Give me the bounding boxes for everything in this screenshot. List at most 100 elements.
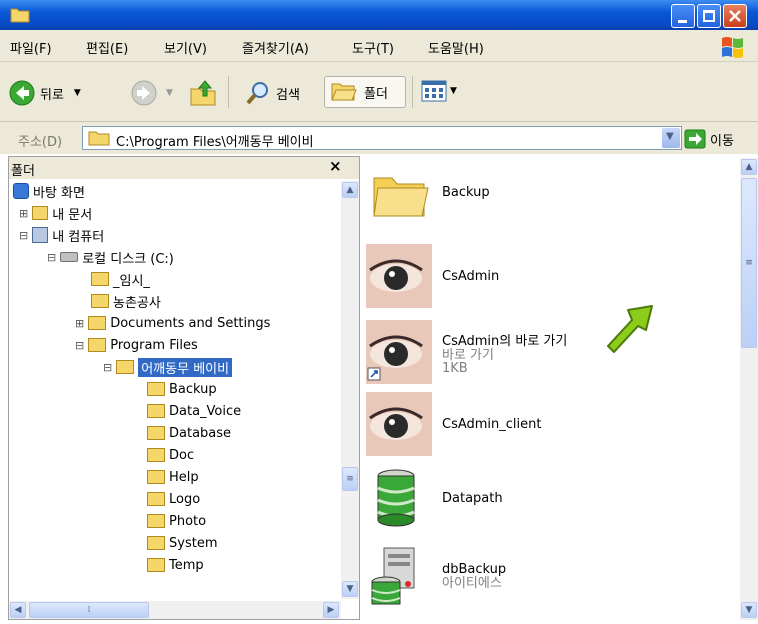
close-button[interactable]	[723, 4, 747, 28]
file-list-pane: Backup CsAdmin CsAdmin의 바로 가기 바로 가기 1KB …	[360, 154, 758, 624]
tree-item-my-computer[interactable]: ⊟ 내 컴퓨터	[19, 224, 104, 246]
tree-item-selected-folder[interactable]: ⊟ 어깨동무 베이비	[103, 356, 233, 378]
file-item[interactable]: CsAdmin	[366, 244, 499, 308]
folder-pane-close-button[interactable]: ×	[329, 157, 342, 175]
tree-item-doc[interactable]: Doc	[147, 444, 194, 466]
eye-icon	[366, 392, 432, 456]
go-label: 이동	[710, 133, 734, 149]
folder-icon	[147, 536, 165, 550]
menu-file[interactable]: 파일(F)	[10, 38, 52, 57]
back-label: 뒤로	[40, 87, 64, 103]
up-folder-button[interactable]	[188, 79, 218, 107]
tree-item-local-disk[interactable]: ⊟ 로컬 디스크 (C:)	[47, 246, 174, 268]
tree-vertical-scrollbar[interactable]: ▲ ≡ ▼	[341, 181, 359, 599]
file-text: Backup	[442, 185, 490, 200]
server-icon	[371, 547, 415, 605]
scroll-right-button[interactable]: ▶	[323, 602, 339, 618]
scroll-down-button[interactable]: ▼	[342, 581, 358, 597]
menu-help[interactable]: 도움말(H)	[428, 38, 484, 57]
views-button[interactable]: ▼	[420, 79, 457, 103]
back-arrow-icon	[9, 80, 35, 106]
go-arrow-icon	[684, 129, 706, 149]
tree-item-temp[interactable]: Temp	[147, 554, 204, 576]
folders-label: 폴더	[364, 86, 388, 102]
menu-view[interactable]: 보기(V)	[164, 38, 207, 57]
file-list-vertical-scrollbar[interactable]: ▲ ≡ ▼	[740, 158, 758, 620]
maximize-button[interactable]	[697, 4, 721, 28]
scroll-up-button[interactable]: ▲	[741, 159, 757, 175]
scroll-thumb[interactable]: ⁞	[29, 602, 149, 618]
file-name: dbBackup	[442, 562, 507, 577]
collapse-minus-icon[interactable]: ⊟	[103, 361, 112, 374]
tree-label: Doc	[169, 447, 195, 463]
collapse-minus-icon[interactable]: ⊟	[19, 229, 28, 242]
expand-plus-icon[interactable]: ⊞	[19, 207, 28, 220]
minimize-button[interactable]	[671, 4, 695, 28]
tree-item-help[interactable]: Help	[147, 466, 199, 488]
forward-button[interactable]: ▼	[130, 79, 173, 107]
file-item[interactable]: dbBackup 아이티에스	[366, 544, 506, 608]
folder-icon	[147, 426, 165, 440]
folder-icon	[88, 131, 110, 146]
folder-icon	[147, 448, 165, 462]
collapse-minus-icon[interactable]: ⊟	[75, 339, 84, 352]
scroll-thumb[interactable]: ≡	[741, 178, 757, 348]
expand-plus-icon[interactable]: ⊞	[75, 317, 84, 330]
tree-item-program-files[interactable]: ⊟ Program Files	[75, 334, 198, 356]
search-button[interactable]: 검색	[244, 79, 300, 107]
tree-item-photo[interactable]: Photo	[147, 510, 206, 532]
file-name: CsAdmin의 바로 가기	[442, 333, 568, 349]
address-dropdown-button[interactable]: ▼	[662, 128, 680, 148]
tree-horizontal-scrollbar[interactable]: ◀ ⁞ ▶	[9, 601, 341, 619]
tree-label: Help	[169, 469, 199, 485]
tree-item-nongchon[interactable]: 농촌공사	[91, 290, 161, 312]
scroll-thumb[interactable]: ≡	[342, 467, 358, 491]
scroll-down-button[interactable]: ▼	[741, 602, 757, 618]
tree-label: Photo	[169, 513, 207, 529]
tree-item-documents-and-settings[interactable]: ⊞ Documents and Settings	[75, 312, 270, 334]
folders-button-content: 폴더	[330, 79, 388, 105]
tree-label: 로컬 디스크 (C:)	[82, 251, 174, 267]
forward-arrow-icon	[131, 80, 157, 106]
file-item[interactable]: Datapath	[366, 466, 503, 530]
tree-item-logo[interactable]: Logo	[147, 488, 200, 510]
folder-open-icon	[88, 338, 107, 352]
database-icon	[377, 469, 415, 527]
file-item[interactable]: CsAdmin_client	[366, 392, 542, 456]
folder-pane-title: 폴더	[11, 164, 35, 179]
folder-icon	[91, 294, 109, 308]
folder-icon	[147, 382, 165, 396]
file-text: CsAdmin_client	[442, 417, 542, 432]
my-documents-icon	[32, 206, 49, 220]
computer-icon	[32, 227, 49, 243]
up-folder-icon	[190, 80, 216, 106]
address-bar: 주소(D) C:\Program Files\어깨동무 베이비 ▼ 이동	[0, 122, 758, 154]
chevron-down-icon: ▼	[73, 88, 81, 98]
menu-favorites[interactable]: 즐겨찾기(A)	[242, 38, 309, 57]
scroll-up-button[interactable]: ▲	[342, 182, 358, 198]
back-button[interactable]: 뒤로 ▼	[8, 79, 81, 107]
tree-item-data-voice[interactable]: Data_Voice	[147, 400, 241, 422]
folder-tree-pane: 폴더 × 바탕 화면 ⊞ 내 문서 ⊟ 내 컴퓨터 ⊟ 로컬 디스크 (C:) …	[8, 156, 360, 620]
menu-tools[interactable]: 도구(T)	[352, 38, 394, 57]
scroll-left-button[interactable]: ◀	[10, 602, 26, 618]
tree-label: 내 문서	[52, 207, 93, 223]
tree-item-desktop[interactable]: 바탕 화면	[13, 180, 85, 202]
tree-label: System	[169, 535, 218, 551]
tree-item-temp-folder[interactable]: _임시_	[91, 268, 150, 290]
tree-label-selected: 어깨동무 베이비	[138, 357, 233, 377]
chevron-down-icon: ▼	[450, 86, 457, 96]
folder-icon	[147, 558, 165, 572]
search-icon	[246, 82, 268, 105]
tree-item-system[interactable]: System	[147, 532, 217, 554]
file-item[interactable]: CsAdmin의 바로 가기 바로 가기 1KB	[366, 320, 567, 384]
tree-item-backup[interactable]: Backup	[147, 378, 217, 400]
folder-icon	[147, 492, 165, 506]
menu-edit[interactable]: 편집(E)	[86, 38, 128, 57]
tree-item-database[interactable]: Database	[147, 422, 231, 444]
go-button[interactable]: 이동	[684, 128, 754, 150]
collapse-minus-icon[interactable]: ⊟	[47, 251, 56, 264]
folder-icon	[373, 177, 429, 217]
tree-item-my-documents[interactable]: ⊞ 내 문서	[19, 202, 92, 224]
file-item[interactable]: Backup	[366, 160, 490, 224]
